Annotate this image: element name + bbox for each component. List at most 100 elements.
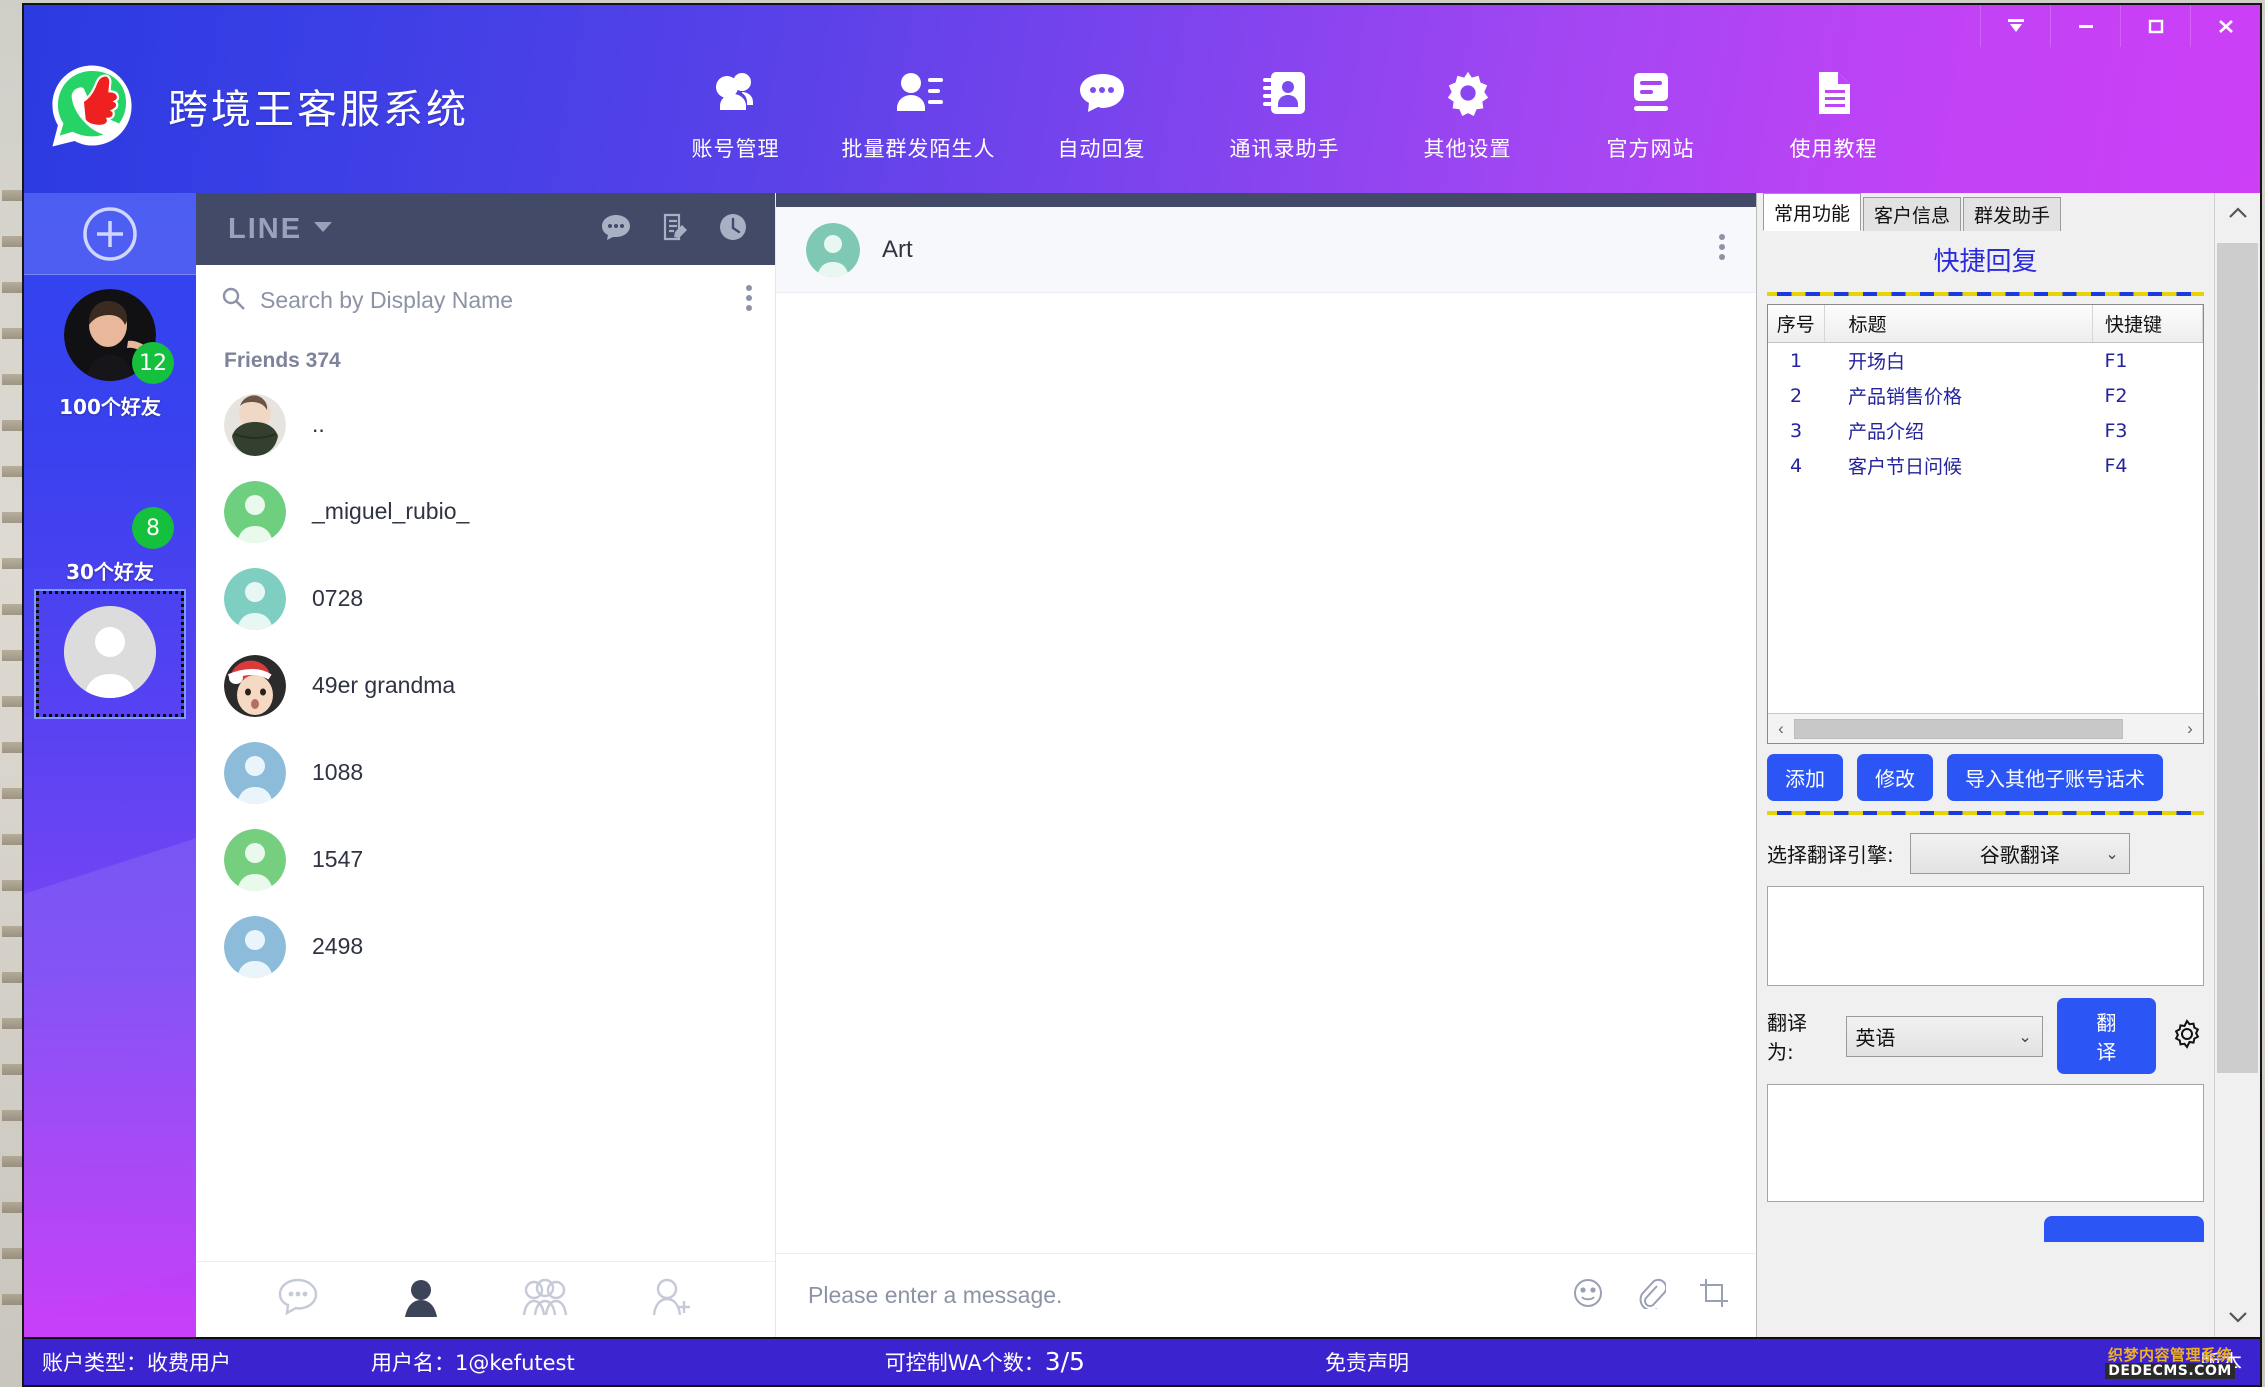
add-account-button[interactable] [24, 193, 196, 275]
avatar [224, 393, 286, 456]
chat-icon[interactable] [601, 213, 631, 246]
desktop-icon-row [2, 880, 24, 891]
translate-row: 翻译为: 英语 ⌄ 翻译 [1767, 986, 2204, 1084]
tab-mass-send-assistant[interactable]: 群发助手 [1963, 197, 2062, 231]
contact-list[interactable]: .. _miguel_rubio_ 0728 49er grandma 1088… [196, 381, 775, 1261]
edit-button[interactable]: 修改 [1857, 754, 1933, 801]
contact-list-item[interactable]: 1547 [196, 816, 775, 903]
maximize-button[interactable] [2120, 5, 2190, 47]
nav-label: 账号管理 [691, 137, 780, 161]
rail-account-item[interactable]: 8 30个好友 [24, 426, 196, 591]
contact-list-item[interactable]: 2498 [196, 903, 775, 990]
tray-collapse-button[interactable] [1980, 5, 2050, 47]
avatar [806, 222, 860, 277]
friends-icon[interactable] [401, 1277, 441, 1322]
main-nav: 账号管理 批量群发陌生人 自动回复 通讯录助手 其他设置 官方网站 使用教程 [644, 35, 1925, 163]
divider [1767, 292, 2204, 296]
desktop-icon-row [2, 466, 24, 477]
contact-list-item[interactable]: _miguel_rubio_ [196, 468, 775, 555]
translation-engine-select[interactable]: 谷歌翻译 ⌄ [1909, 833, 2130, 874]
table-row[interactable]: 2 产品销售价格 F2 [1768, 378, 2203, 413]
document-icon [1811, 65, 1857, 121]
nav-item-account-management[interactable]: 账号管理 [644, 65, 827, 163]
horizontal-scrollbar[interactable]: ‹ › [1768, 713, 2203, 743]
groups-icon[interactable] [522, 1277, 568, 1322]
account-type-status: 账户类型：收费用户 [42, 1351, 231, 1375]
quick-reply-table[interactable]: 序号 标题 快捷键 1 开场白 F1 2 产品销售价格 F2 3 产品介绍 F3… [1768, 305, 2203, 483]
disclaimer-link[interactable]: 免责声明 [1325, 1347, 1409, 1377]
cell-no: 4 [1789, 454, 1803, 477]
cell-hotkey: F2 [2104, 384, 2128, 407]
nav-label: 自动回复 [1057, 137, 1146, 161]
scroll-right-icon[interactable]: › [2177, 719, 2203, 739]
nav-item-official-website[interactable]: 官方网站 [1559, 65, 1742, 163]
contact-list-item[interactable]: 1088 [196, 729, 775, 816]
chat-bubble-icon [1077, 65, 1127, 121]
nav-item-auto-reply[interactable]: 自动回复 [1010, 65, 1193, 163]
compose-icon[interactable] [661, 213, 689, 246]
scroll-down-icon[interactable] [2215, 1297, 2260, 1337]
add-friend-icon[interactable] [650, 1277, 694, 1322]
platform-bar: LINE [196, 193, 775, 265]
nav-item-tutorial[interactable]: 使用教程 [1742, 65, 1925, 163]
scroll-track[interactable] [1794, 718, 2177, 739]
screenshot-icon[interactable] [1698, 1277, 1730, 1314]
desktop-icon-row [2, 420, 24, 431]
more-vertical-icon[interactable] [745, 284, 753, 317]
contact-name: _miguel_rubio_ [312, 498, 470, 524]
table-row[interactable]: 4 客户节日问候 F4 [1768, 448, 2203, 483]
desktop-icon-row [2, 236, 24, 247]
scroll-left-icon[interactable]: ‹ [1768, 719, 1794, 739]
scroll-up-icon[interactable] [2215, 193, 2260, 233]
gear-icon[interactable] [2170, 1017, 2204, 1056]
accounts-rail: 12 100个好友 8 30个好友 [24, 193, 196, 1337]
import-scripts-button[interactable]: 导入其他子账号话术 [1947, 754, 2163, 801]
search-input[interactable] [260, 286, 731, 314]
source-text-area[interactable] [1767, 886, 2204, 986]
nav-label: 使用教程 [1789, 137, 1878, 161]
table-row[interactable]: 1 开场白 F1 [1768, 343, 2203, 379]
scroll-thumb[interactable] [2217, 243, 2258, 1073]
friends-count-header: Friends 374 [224, 349, 341, 372]
table-empty-area [1768, 483, 2203, 713]
send-button-partial[interactable] [2044, 1216, 2204, 1242]
target-language-select[interactable]: 英语 ⌄ [1846, 1015, 2043, 1057]
desktop-icon-row [2, 190, 24, 201]
status-bar: 账户类型：收费用户 用户名：1@kefutest 可控制WA个数：3/5 免责声… [24, 1337, 2260, 1385]
table-row[interactable]: 3 产品介绍 F3 [1768, 413, 2203, 448]
table-header-row: 序号 标题 快捷键 [1768, 305, 2203, 343]
right-panel-scrollbar[interactable] [2214, 193, 2260, 1337]
nav-item-other-settings[interactable]: 其他设置 [1376, 65, 1559, 163]
minimize-button[interactable] [2050, 5, 2120, 47]
cell-hotkey: F4 [2104, 454, 2128, 477]
nav-label: 批量群发陌生人 [841, 137, 996, 161]
contacts-footer-nav [196, 1261, 775, 1337]
tab-common-functions[interactable]: 常用功能 [1763, 193, 1862, 231]
emoji-icon[interactable] [1572, 1277, 1604, 1314]
scroll-track[interactable] [2215, 233, 2260, 1297]
more-vertical-icon[interactable] [1718, 233, 1726, 266]
attachment-icon[interactable] [1636, 1277, 1668, 1314]
chevron-down-icon[interactable] [314, 220, 333, 238]
add-button[interactable]: 添加 [1767, 754, 1843, 801]
rail-account-item-selected[interactable] [34, 589, 186, 719]
title-bar: 跨境王客服系统 账号管理 批量群发陌生人 自动回复 通讯录助手 其他设置 官方网… [24, 5, 2260, 193]
translate-button[interactable]: 翻译 [2056, 998, 2156, 1074]
close-button[interactable] [2190, 5, 2260, 47]
translated-text-area[interactable] [1767, 1084, 2204, 1202]
app-window: 跨境王客服系统 账号管理 批量群发陌生人 自动回复 通讯录助手 其他设置 官方网… [22, 3, 2262, 1387]
tab-customer-info[interactable]: 客户信息 [1863, 197, 1962, 231]
nav-item-bulk-message-strangers[interactable]: 批量群发陌生人 [827, 65, 1010, 163]
chat-input-bar [776, 1253, 1756, 1337]
chat-top-strip [776, 193, 1756, 207]
contact-list-item[interactable]: 0728 [196, 555, 775, 642]
chats-icon[interactable] [277, 1277, 319, 1322]
scroll-thumb[interactable] [1794, 718, 2124, 739]
message-input[interactable] [808, 1282, 1540, 1309]
contact-list-item[interactable]: .. [196, 381, 775, 468]
rail-account-item[interactable]: 12 100个好友 [24, 275, 196, 426]
contact-list-item[interactable]: 49er grandma [196, 642, 775, 729]
history-icon[interactable] [719, 213, 747, 246]
users-icon [711, 65, 761, 121]
nav-item-contacts-assistant[interactable]: 通讯录助手 [1193, 65, 1376, 163]
